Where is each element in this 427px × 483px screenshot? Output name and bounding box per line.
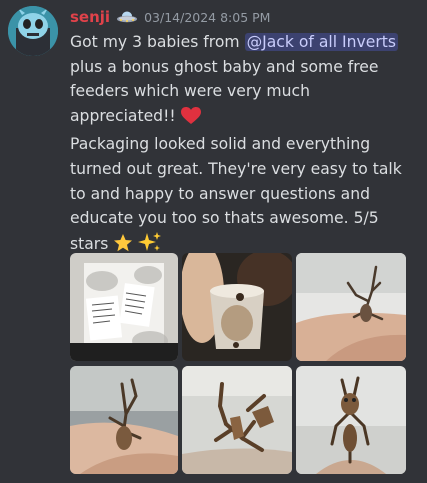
attachment-image-ghost-mantis[interactable] [182,366,292,474]
user-mention[interactable]: @Jack of all Inverts [244,33,398,51]
ufo-icon [116,9,138,25]
attachment-image-mantis-hand[interactable] [70,366,178,474]
message-timestamp: 03/14/2024 8:05 PM [144,9,271,25]
message-text-part: Got my 3 babies from [70,33,245,51]
message-content: Got my 3 babies from @Jack of all Invert… [70,30,420,260]
message-header: senji 03/14/2024 8:05 PM [70,6,270,28]
message-text-part: plus a bonus ghost baby and some free fe… [70,57,379,125]
attachment-image-packaging[interactable] [70,253,178,361]
attachment-image-mantis-finger[interactable] [296,253,406,361]
username[interactable]: senji [70,8,110,26]
image-attachments [70,253,406,475]
attachment-image-cup[interactable] [182,253,292,361]
user-avatar[interactable] [8,6,58,56]
attachment-image-mantis-closeup[interactable] [296,366,406,474]
heart-emoji-icon: ❤️ [180,106,201,133]
chat-message: senji 03/14/2024 8:05 PM Got my 3 babies… [0,0,427,483]
